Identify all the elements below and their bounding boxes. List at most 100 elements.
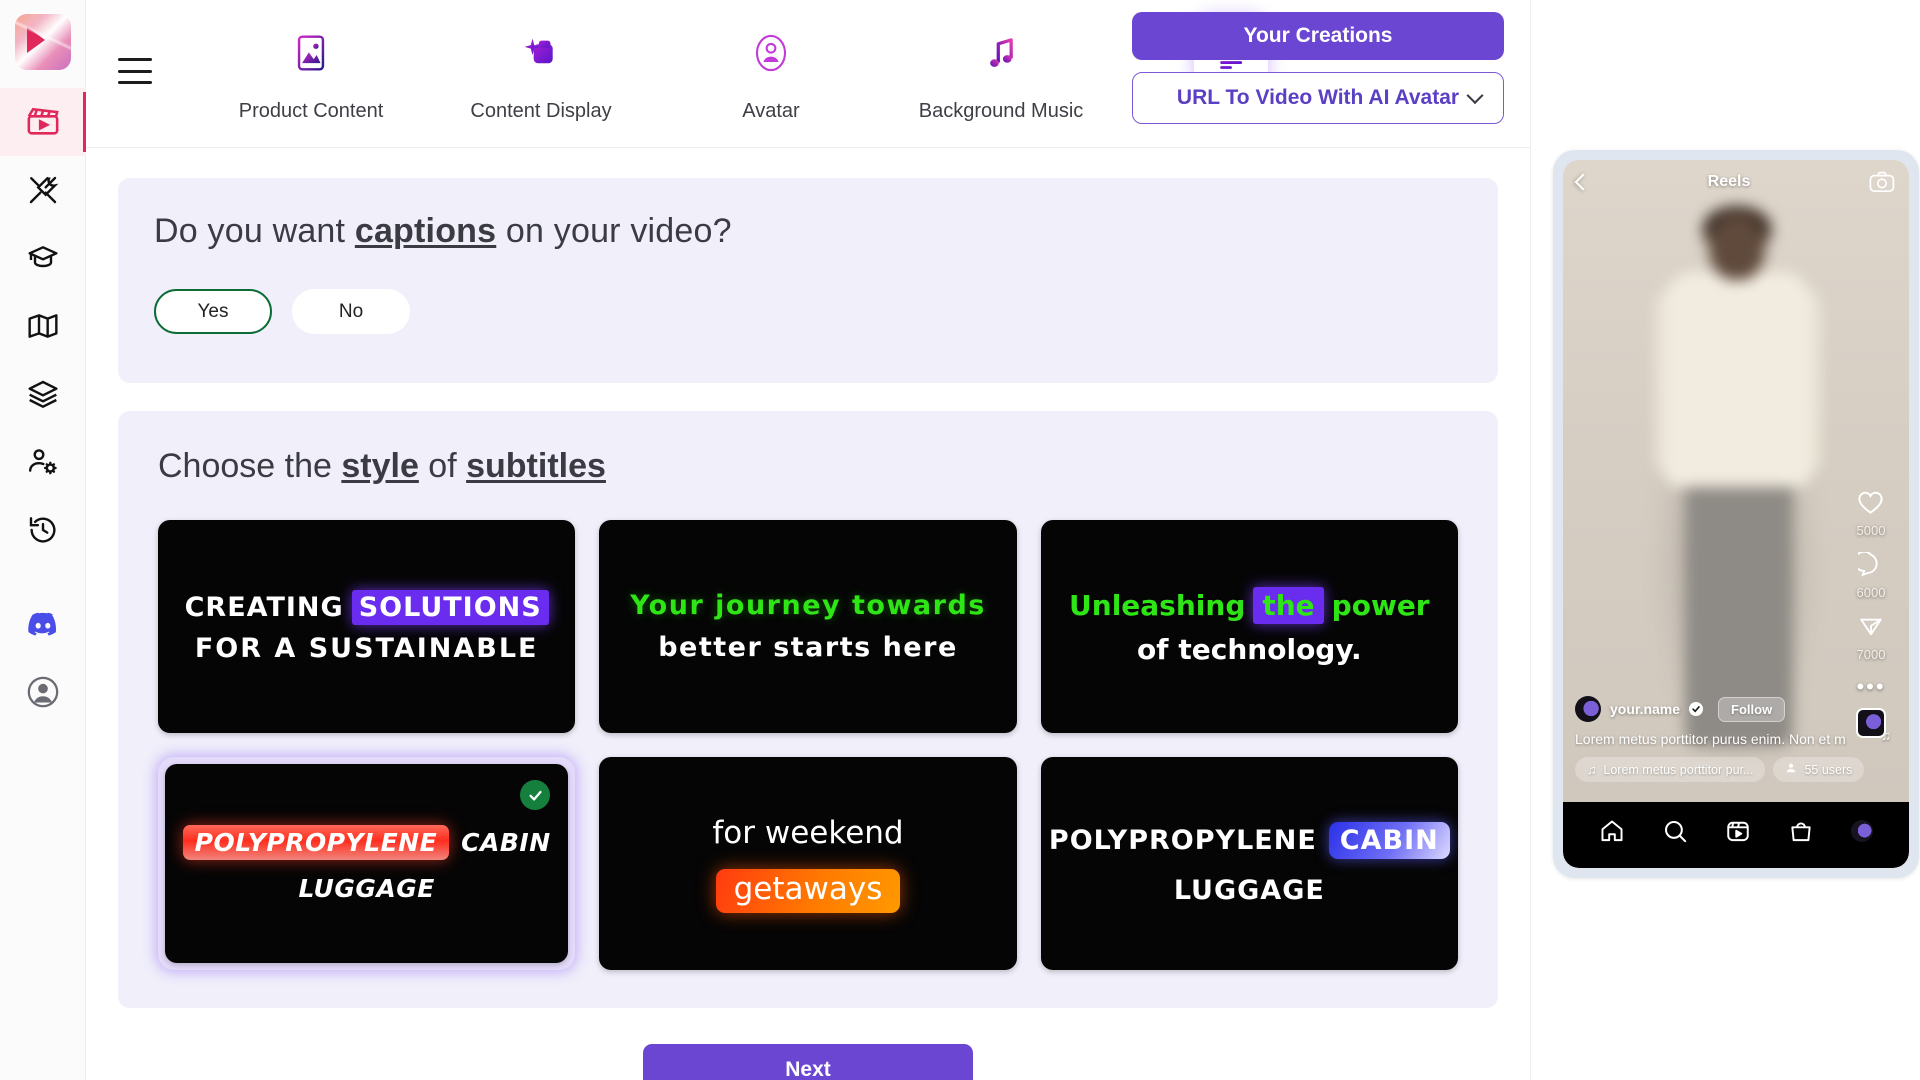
captions-toggle-group: Yes No (154, 289, 1462, 334)
tile3-line1-a: Unleashing (1069, 589, 1246, 622)
style-tile-wrapper-selected: POLYPROPYLENE CABIN LUGGAGE (158, 757, 576, 970)
captions-no-button[interactable]: No (292, 289, 410, 334)
like-action[interactable]: 5000 (1856, 490, 1886, 538)
tab-content-display[interactable]: Content Display (426, 14, 656, 123)
style-preview-text: POLYPROPYLENE CABIN LUGGAGE (182, 824, 551, 903)
your-creations-button[interactable]: Your Creations (1132, 12, 1504, 60)
style-tile-wrapper: Unleashing the power of technology. (1040, 520, 1458, 733)
tile4-line1-highlight: POLYPROPYLENE (182, 824, 450, 860)
sidebar-item-video-projects[interactable] (0, 88, 86, 156)
tile1-line1-highlight: SOLUTIONS (351, 589, 549, 625)
avatar[interactable] (1575, 696, 1601, 722)
preview-header: Reels (1563, 160, 1909, 204)
style-tile-2[interactable]: Your journey towards better starts here (599, 520, 1017, 733)
captions-question-title: Do you want captions on your video? (154, 212, 1462, 251)
sidebar-item-account-settings[interactable] (0, 428, 86, 496)
next-button[interactable]: Next (643, 1044, 973, 1080)
search-icon[interactable] (1662, 818, 1688, 844)
style-tile-3[interactable]: Unleashing the power of technology. (1040, 520, 1458, 733)
tile6-line2: LUGGAGE (1173, 874, 1325, 906)
style-tile-6[interactable]: POLYPROPYLENE CABIN LUGGAGE (1040, 757, 1458, 970)
app-root: Product Content Content Display Avatar B… (0, 0, 1920, 1080)
tile3-line1-highlight: the (1253, 587, 1324, 624)
style-tile-1[interactable]: CREATING SOLUTIONS FOR A SUSTAINABLE (158, 520, 576, 733)
style-tile-4[interactable]: POLYPROPYLENE CABIN LUGGAGE (165, 764, 569, 963)
comment-action[interactable]: 6000 (1853, 550, 1885, 600)
share-action[interactable]: 7000 (1857, 614, 1885, 662)
tile6-line1-highlight: CABIN (1328, 821, 1450, 859)
tab-avatar[interactable]: Avatar (656, 14, 886, 123)
footer-actions: Next (118, 1044, 1498, 1080)
user-circle-icon (26, 675, 60, 709)
like-count: 5000 (1856, 523, 1886, 538)
sidebar-item-roadmap[interactable] (0, 292, 86, 360)
question-text-bold: captions (354, 212, 497, 250)
tile1-line2: FOR A SUSTAINABLE (194, 632, 539, 664)
person-icon (1785, 762, 1797, 777)
style-tile-5[interactable]: for weekend getaways (599, 757, 1017, 970)
map-icon (27, 310, 59, 342)
audio-chip[interactable]: ♫ Lorem metus porttitor pur... (1575, 757, 1766, 782)
style-title-c: of (418, 447, 467, 485)
music-note-icon (968, 20, 1034, 86)
subtitle-style-card: Choose the style of subtitles CREATING S… (118, 411, 1498, 1008)
tools-icon (27, 174, 59, 206)
style-title-d: subtitles (466, 447, 606, 485)
sidebar-item-discord[interactable] (0, 590, 86, 658)
preview-chips: ♫ Lorem metus porttitor pur... 55 users (1575, 757, 1865, 782)
tile1-line1-plain: CREATING (184, 591, 344, 623)
layers-icon (27, 378, 59, 410)
style-preview-text: for weekend getaways (712, 814, 904, 913)
sparkle-video-icon (508, 20, 574, 86)
discord-icon (26, 607, 60, 641)
preview-panel: Reels 5000 6000 7000 ••• ♫ your.name Fol… (1530, 0, 1920, 1080)
sidebar-item-learn[interactable] (0, 224, 86, 292)
preview-post-info: your.name Follow Lorem metus porttitor p… (1575, 696, 1865, 782)
tile3-line1-b: power (1331, 589, 1430, 622)
hamburger-icon[interactable] (118, 58, 152, 84)
share-icon (1858, 614, 1884, 644)
camera-icon[interactable] (1869, 171, 1895, 193)
style-tiles-grid: CREATING SOLUTIONS FOR A SUSTAINABLE You… (158, 520, 1458, 970)
more-dots-icon[interactable]: ••• (1856, 676, 1885, 698)
tab-label: Content Display (470, 100, 612, 122)
follow-button[interactable]: Follow (1718, 696, 1786, 722)
top-navigation: Product Content Content Display Avatar B… (86, 0, 1530, 148)
preview-user-row: your.name Follow (1575, 696, 1847, 722)
tile3-line2-a: of (1136, 633, 1169, 666)
tile5-line1: for weekend (712, 814, 904, 851)
mode-select[interactable]: URL To Video With AI Avatar (1132, 72, 1504, 124)
content-area: Do you want captions on your video? Yes … (86, 148, 1530, 1080)
sidebar-item-history[interactable] (0, 496, 86, 564)
question-text-before: Do you want (154, 212, 355, 250)
heart-icon (1857, 490, 1884, 520)
preview-username: your.name (1610, 701, 1681, 717)
tab-label: Avatar (742, 100, 800, 122)
phone-mockup: Reels 5000 6000 7000 ••• ♫ your.name Fol… (1553, 150, 1919, 878)
tab-product-content[interactable]: Product Content (196, 14, 426, 123)
users-chip[interactable]: 55 users (1773, 757, 1865, 782)
sidebar-item-profile[interactable] (0, 658, 86, 726)
tab-background-music[interactable]: Background Music (886, 14, 1116, 123)
home-icon[interactable] (1599, 818, 1625, 844)
users-chip-label: 55 users (1804, 762, 1853, 777)
app-logo[interactable] (14, 14, 71, 70)
sidebar-item-templates[interactable] (0, 360, 86, 428)
captions-yes-button[interactable]: Yes (154, 289, 272, 334)
style-preview-text: Unleashing the power of technology. (1069, 587, 1430, 666)
reels-icon[interactable] (1725, 818, 1751, 844)
profile-avatar-icon[interactable] (1850, 820, 1873, 842)
sidebar-item-tools[interactable] (0, 156, 86, 224)
preview-title: Reels (1707, 173, 1751, 190)
style-tile-wrapper: POLYPROPYLENE CABIN LUGGAGE (1040, 757, 1458, 970)
image-icon (278, 20, 344, 86)
user-gear-icon (27, 446, 59, 478)
tile4-line1-rest: CABIN (461, 827, 551, 857)
tile2-line2: better starts here (658, 632, 958, 663)
style-preview-text: POLYPROPYLENE CABIN LUGGAGE (1049, 821, 1450, 906)
style-preview-text: Your journey towards better starts here (630, 590, 986, 663)
shop-bag-icon[interactable] (1788, 818, 1814, 844)
audio-album-icon[interactable]: ♫ (1856, 708, 1891, 743)
style-title-a: Choose the (158, 447, 342, 485)
style-tile-wrapper: CREATING SOLUTIONS FOR A SUSTAINABLE (158, 520, 576, 733)
